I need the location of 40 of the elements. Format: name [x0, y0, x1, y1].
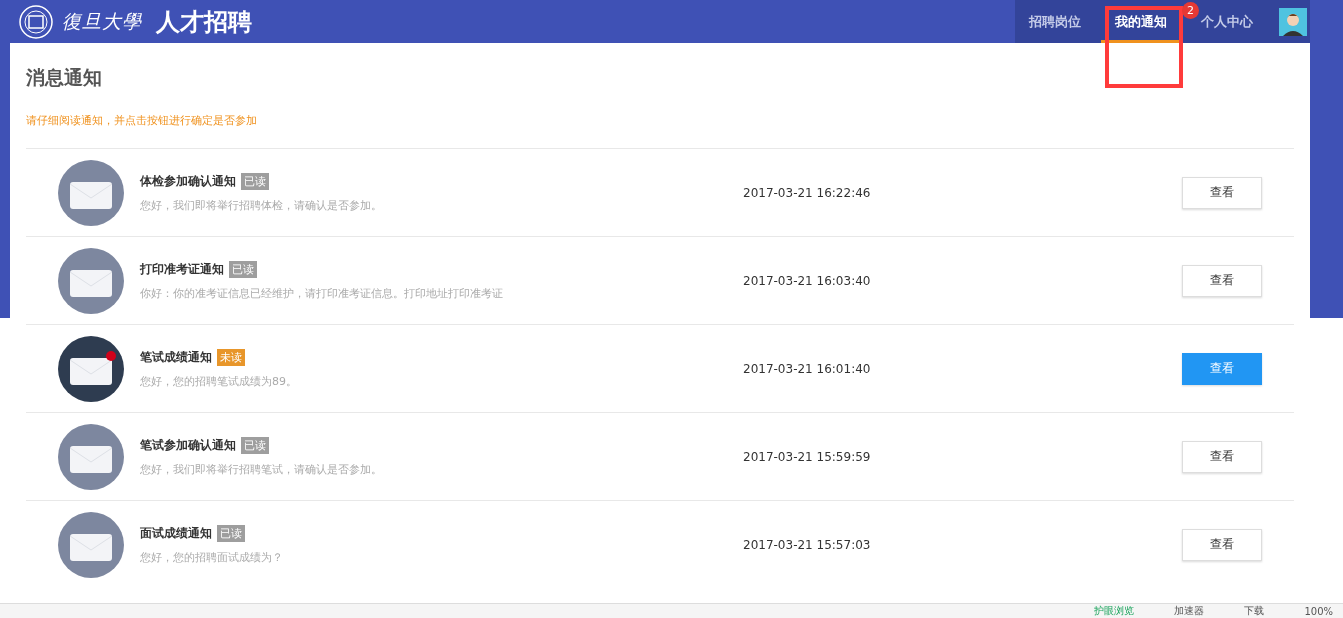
university-seal-icon: [18, 3, 54, 40]
notice-time: 2017-03-21 16:01:40: [743, 361, 872, 376]
view-button[interactable]: 查看: [1182, 264, 1262, 297]
notice-preview: 您好，您的招聘笔试成绩为89。: [140, 373, 298, 389]
status-item[interactable]: 下载: [1244, 604, 1265, 618]
envelope-icon: [58, 159, 124, 226]
read-status-tag: 未读: [217, 348, 245, 366]
university-name: 復旦大學: [62, 8, 142, 34]
notice-time: 2017-03-21 16:22:46: [743, 185, 872, 200]
notice-title: 打印准考证通知: [140, 260, 224, 278]
notice-title: 笔试参加确认通知: [140, 436, 236, 454]
read-status-tag: 已读: [241, 436, 269, 454]
notice-title: 面试成绩通知: [140, 524, 212, 542]
view-button[interactable]: 查看: [1182, 176, 1262, 209]
notice-preview: 您好，我们即将举行招聘笔试，请确认是否参加。: [140, 461, 383, 477]
notice-preview: 您好，我们即将举行招聘体检，请确认是否参加。: [140, 197, 383, 213]
notice-time: 2017-03-21 15:57:03: [743, 537, 872, 552]
notice-preview: 您好，您的招聘面试成绩为？: [140, 549, 284, 565]
avatar-icon[interactable]: [1279, 7, 1307, 36]
notice-time: 2017-03-21 15:59:59: [743, 449, 872, 464]
read-status-tag: 已读: [241, 172, 269, 190]
view-button[interactable]: 查看: [1182, 440, 1262, 473]
page-heading: 消息通知: [26, 65, 103, 90]
notice-preview: 你好：你的准考证信息已经维护，请打印准考证信息。打印地址打印准考证: [140, 285, 504, 301]
notice-time: 2017-03-21 16:03:40: [743, 273, 872, 288]
site-title: 人才招聘: [156, 6, 252, 38]
notice-title: 体检参加确认通知: [140, 172, 236, 190]
nav-tab[interactable]: 招聘岗位: [1015, 0, 1095, 43]
envelope-icon: [58, 423, 124, 490]
read-status-tag: 已读: [217, 524, 245, 542]
status-item[interactable]: 加速器: [1174, 604, 1205, 618]
notification-badge: 2: [1182, 2, 1199, 19]
hint-text: 请仔细阅读通知，并点击按钮进行确定是否参加: [26, 113, 258, 128]
view-button[interactable]: 查看: [1182, 528, 1262, 561]
notice-title: 笔试成绩通知: [140, 348, 212, 366]
read-status-tag: 已读: [229, 260, 257, 278]
envelope-icon: [58, 511, 124, 578]
envelope-icon: [58, 247, 124, 314]
status-item[interactable]: 100%: [1304, 605, 1333, 617]
envelope-icon: [58, 335, 124, 402]
